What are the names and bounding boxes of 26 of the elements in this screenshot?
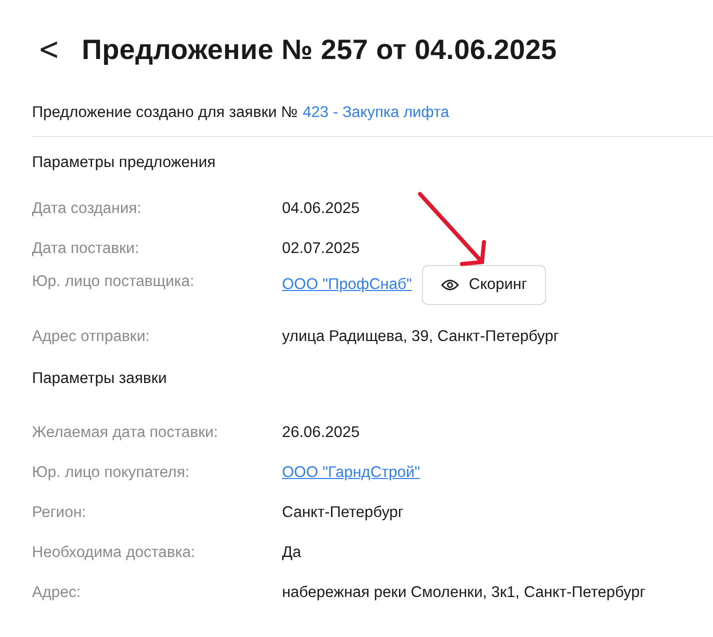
- company-link[interactable]: ООО "ГарндСтрой": [282, 464, 420, 482]
- field-value: 02.07.2025: [282, 240, 360, 258]
- field-value: Да: [282, 544, 302, 562]
- section-title: Параметры предложения: [32, 153, 217, 173]
- field-value: улица Радищева, 39, Санкт-Петербург: [282, 328, 559, 346]
- field-label: Дата создания:: [32, 200, 142, 217]
- field-label: Желаемая дата поставки:: [32, 424, 218, 441]
- field-label: Адрес:: [32, 584, 81, 601]
- scoring-button[interactable]: Скоринг: [422, 265, 546, 305]
- page-title: Предложение № 257 от 04.06.2025: [82, 34, 557, 66]
- field-label: Юр. лицо покупателя:: [32, 464, 190, 481]
- field-value: набережная реки Смоленки, 3к1, Санкт-Петербург: [282, 584, 646, 602]
- eye-icon: [440, 279, 459, 291]
- field-label: Юр. лицо поставщика:: [32, 273, 194, 290]
- company-link[interactable]: ООО "ПрофСнаб": [282, 276, 412, 294]
- intro-text: Предложение создано для заявки №: [32, 104, 298, 122]
- field-value: 26.06.2025: [282, 424, 360, 442]
- field-value: Санкт-Петербург: [282, 504, 404, 522]
- section-title: Параметры заявки: [32, 369, 168, 389]
- request-link[interactable]: 423 - Закупка лифта: [302, 104, 450, 122]
- back-button[interactable]: <: [38, 34, 60, 66]
- field-label: Дата поставки:: [32, 240, 139, 257]
- field-label: Адрес отправки:: [32, 328, 150, 345]
- field-label: Необходима доставка:: [32, 544, 196, 561]
- field-label: Регион:: [32, 504, 86, 521]
- field-value: 04.06.2025: [282, 200, 360, 218]
